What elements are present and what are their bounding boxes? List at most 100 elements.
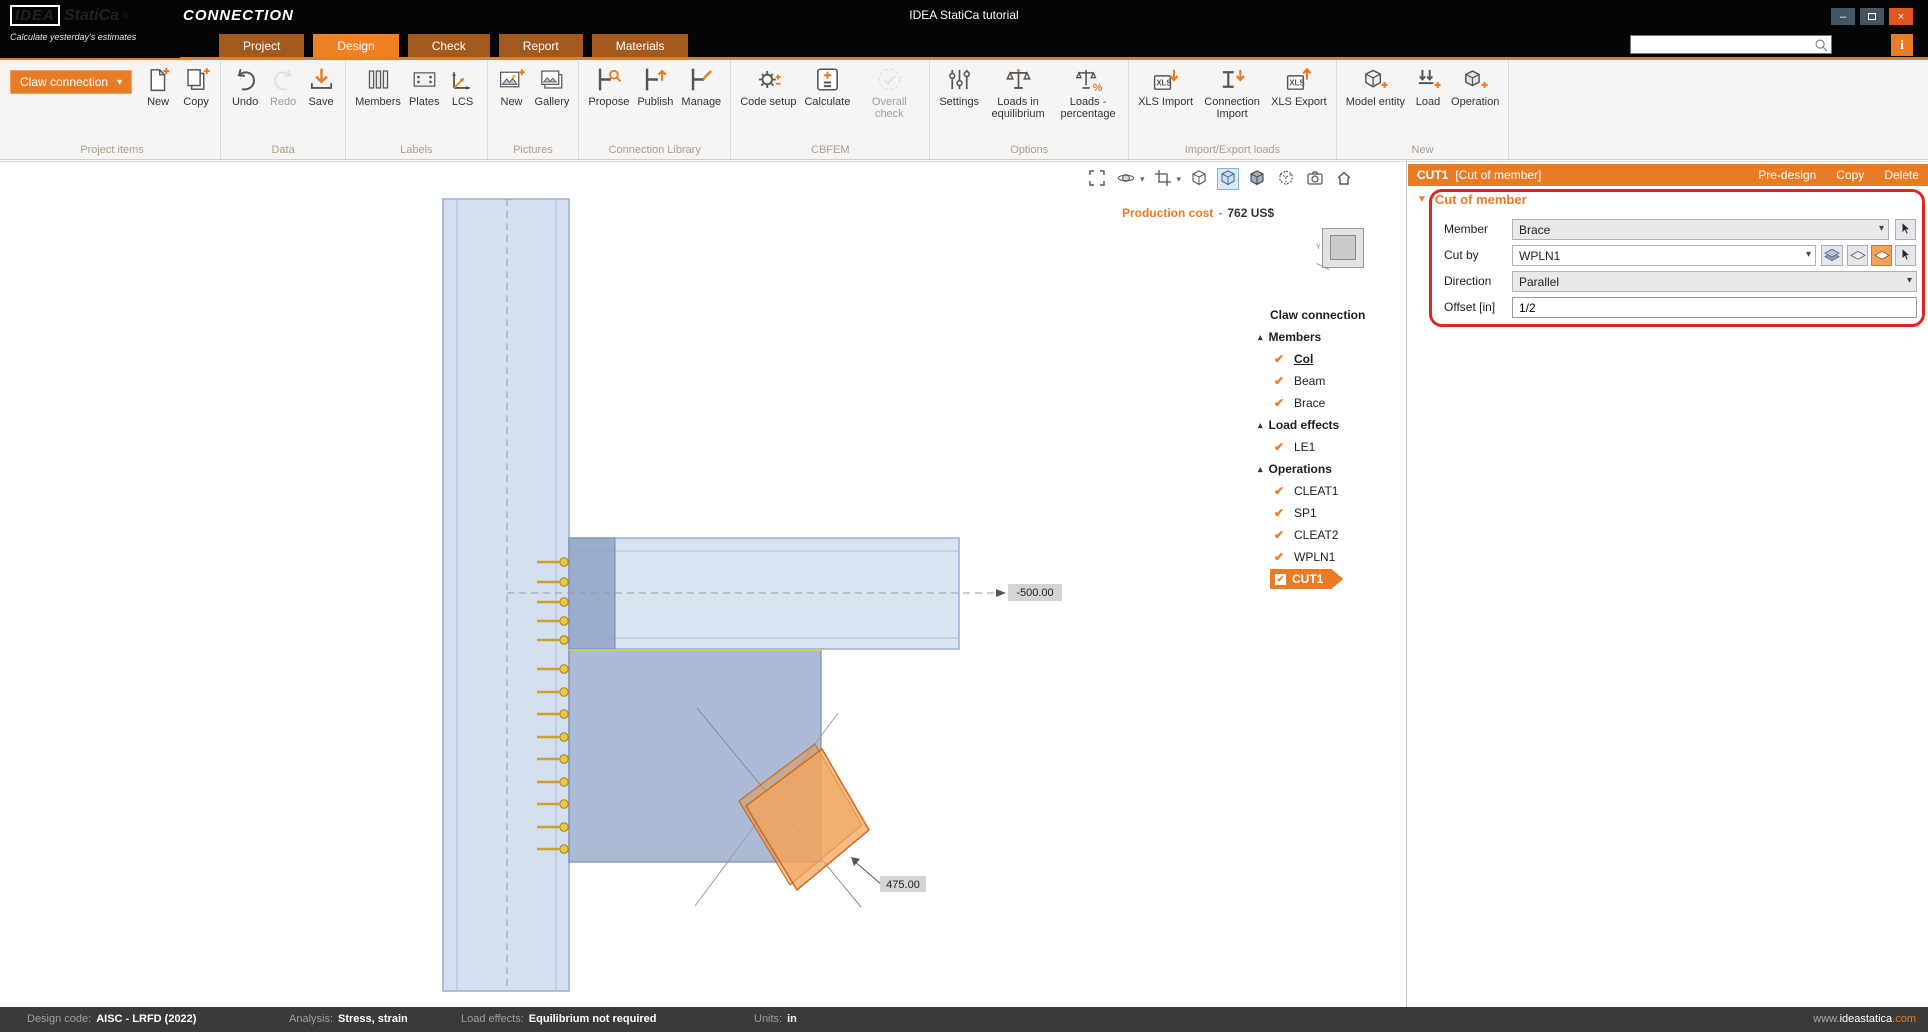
member-dropdown[interactable]: Brace ▾ <box>1512 219 1889 240</box>
transparent-view-button[interactable] <box>1275 168 1297 190</box>
bolt[interactable] <box>560 823 568 831</box>
bolt[interactable] <box>560 578 568 586</box>
screenshot-button[interactable] <box>1304 168 1326 190</box>
new-project-item-button[interactable]: New <box>140 62 176 108</box>
tree-group-operations[interactable]: ▴Operations <box>1248 458 1406 480</box>
maximize-button[interactable] <box>1860 8 1884 25</box>
lcs-button[interactable]: LCS <box>445 62 481 108</box>
connection-import-button[interactable]: Connection Import <box>1198 62 1266 121</box>
cut-by-dropdown[interactable]: WPLN1 ▾ <box>1512 245 1816 266</box>
members-labels-button[interactable]: Members <box>352 62 404 108</box>
info-button[interactable]: i <box>1891 34 1913 56</box>
xls-export-button[interactable]: XLS XLS Export <box>1268 62 1330 108</box>
tree-group-load-effects[interactable]: ▴Load effects <box>1248 414 1406 436</box>
code-setup-button[interactable]: Code setup <box>737 62 799 108</box>
model-entity-button[interactable]: Model entity <box>1343 62 1408 108</box>
chevron-down-icon[interactable]: ▾ <box>1140 174 1145 185</box>
bolt[interactable] <box>560 710 568 718</box>
calculate-button[interactable]: Calculate <box>801 62 853 108</box>
tree-item-sp1[interactable]: ✔SP1 <box>1248 502 1406 524</box>
section-button[interactable] <box>1152 168 1174 190</box>
offset-input[interactable] <box>1512 297 1917 318</box>
loads-percentage-button[interactable]: % Loads - percentage <box>1054 62 1122 121</box>
claw-connection-dropdown[interactable]: Claw connection ▾ <box>10 70 132 94</box>
settings-button[interactable]: Settings <box>936 62 982 108</box>
tree-item-col[interactable]: ✔Col <box>1248 348 1406 370</box>
collapse-triangle-icon[interactable]: ▴ <box>1258 464 1263 475</box>
plate-new-button-active[interactable] <box>1871 245 1892 266</box>
tree-item-beam[interactable]: ✔Beam <box>1248 370 1406 392</box>
bolt[interactable] <box>560 733 568 741</box>
bolt[interactable] <box>560 755 568 763</box>
check-icon[interactable]: ✔ <box>1274 396 1287 410</box>
manage-button[interactable]: Manage <box>678 62 724 108</box>
search-input[interactable] <box>1631 37 1813 52</box>
bolt[interactable] <box>560 845 568 853</box>
tree-item-cut1-selected[interactable]: ✔ CUT1 <box>1248 568 1406 590</box>
section-title[interactable]: ▼ Cut of member <box>1417 192 1527 207</box>
model-canvas[interactable]: -500.00 475.00 ▾ ▾ Production cost-762 U… <box>0 161 1407 1007</box>
propose-button[interactable]: Propose <box>585 62 632 108</box>
checkbox-checked[interactable]: ✔ <box>1275 574 1286 585</box>
copy-project-item-button[interactable]: Copy <box>178 62 214 108</box>
tab-project[interactable]: Project <box>219 34 304 57</box>
model-3d-view[interactable]: -500.00 475.00 <box>0 162 1407 1007</box>
bolt[interactable] <box>560 778 568 786</box>
tree-group-members[interactable]: ▴Members <box>1248 326 1406 348</box>
bolt[interactable] <box>560 598 568 606</box>
minimize-button[interactable]: – <box>1831 8 1855 25</box>
save-button[interactable]: Save <box>303 62 339 108</box>
cut-by-pick-button[interactable] <box>1895 245 1916 266</box>
gallery-button[interactable]: Gallery <box>532 62 573 108</box>
bolt[interactable] <box>560 617 568 625</box>
solid-view-button[interactable] <box>1246 168 1268 190</box>
wireframe-view-button[interactable] <box>1188 168 1210 190</box>
loads-in-equilibrium-button[interactable]: Loads in equilibrium <box>984 62 1052 121</box>
undo-button[interactable]: Undo <box>227 62 263 108</box>
bolt[interactable] <box>560 636 568 644</box>
bolt[interactable] <box>560 688 568 696</box>
chevron-down-icon[interactable]: ▾ <box>1177 174 1182 185</box>
check-icon[interactable]: ✔ <box>1274 528 1287 542</box>
plate-list-button[interactable] <box>1821 245 1843 266</box>
website-link[interactable]: www.ideastatica.com <box>1813 1013 1916 1025</box>
pre-design-button[interactable]: Pre-design <box>1758 168 1816 182</box>
tab-check[interactable]: Check <box>408 34 490 57</box>
bolt[interactable] <box>560 800 568 808</box>
view-cube[interactable]: Y <box>1316 228 1366 274</box>
xls-import-button[interactable]: XLS XLS Import <box>1135 62 1196 108</box>
plates-labels-button[interactable]: Plates <box>406 62 443 108</box>
shaded-view-button[interactable] <box>1217 168 1239 190</box>
fit-view-button[interactable] <box>1086 168 1108 190</box>
publish-button[interactable]: Publish <box>634 62 676 108</box>
check-icon[interactable]: ✔ <box>1274 440 1287 454</box>
plate-edit-button[interactable] <box>1847 245 1868 266</box>
tab-design[interactable]: Design <box>313 34 398 57</box>
member-pick-button[interactable] <box>1895 219 1916 240</box>
copy-operation-button[interactable]: Copy <box>1836 168 1864 182</box>
tree-item-brace[interactable]: ✔Brace <box>1248 392 1406 414</box>
tree-item-cleat1[interactable]: ✔CLEAT1 <box>1248 480 1406 502</box>
column-member[interactable] <box>443 199 569 991</box>
tab-materials[interactable]: Materials <box>592 34 689 57</box>
check-icon[interactable]: ✔ <box>1274 550 1287 564</box>
bolt[interactable] <box>560 665 568 673</box>
tab-report[interactable]: Report <box>499 34 583 57</box>
tree-item-wpln1[interactable]: ✔WPLN1 <box>1248 546 1406 568</box>
check-icon[interactable]: ✔ <box>1274 352 1287 366</box>
selected-operation-banner[interactable]: ✔ CUT1 <box>1270 569 1343 589</box>
collapse-triangle-icon[interactable]: ▼ <box>1417 194 1427 205</box>
check-icon[interactable]: ✔ <box>1274 484 1287 498</box>
close-button[interactable]: × <box>1889 8 1913 25</box>
tree-item-le1[interactable]: ✔LE1 <box>1248 436 1406 458</box>
orbit-button[interactable] <box>1115 168 1137 190</box>
home-view-button[interactable] <box>1333 168 1355 190</box>
collapse-triangle-icon[interactable]: ▴ <box>1258 332 1263 343</box>
load-button[interactable]: Load <box>1410 62 1446 108</box>
bolt[interactable] <box>560 558 568 566</box>
operation-button[interactable]: Operation <box>1448 62 1502 108</box>
delete-operation-button[interactable]: Delete <box>1884 168 1919 182</box>
new-picture-button[interactable]: New <box>494 62 530 108</box>
check-icon[interactable]: ✔ <box>1274 506 1287 520</box>
direction-dropdown[interactable]: Parallel ▾ <box>1512 271 1917 292</box>
